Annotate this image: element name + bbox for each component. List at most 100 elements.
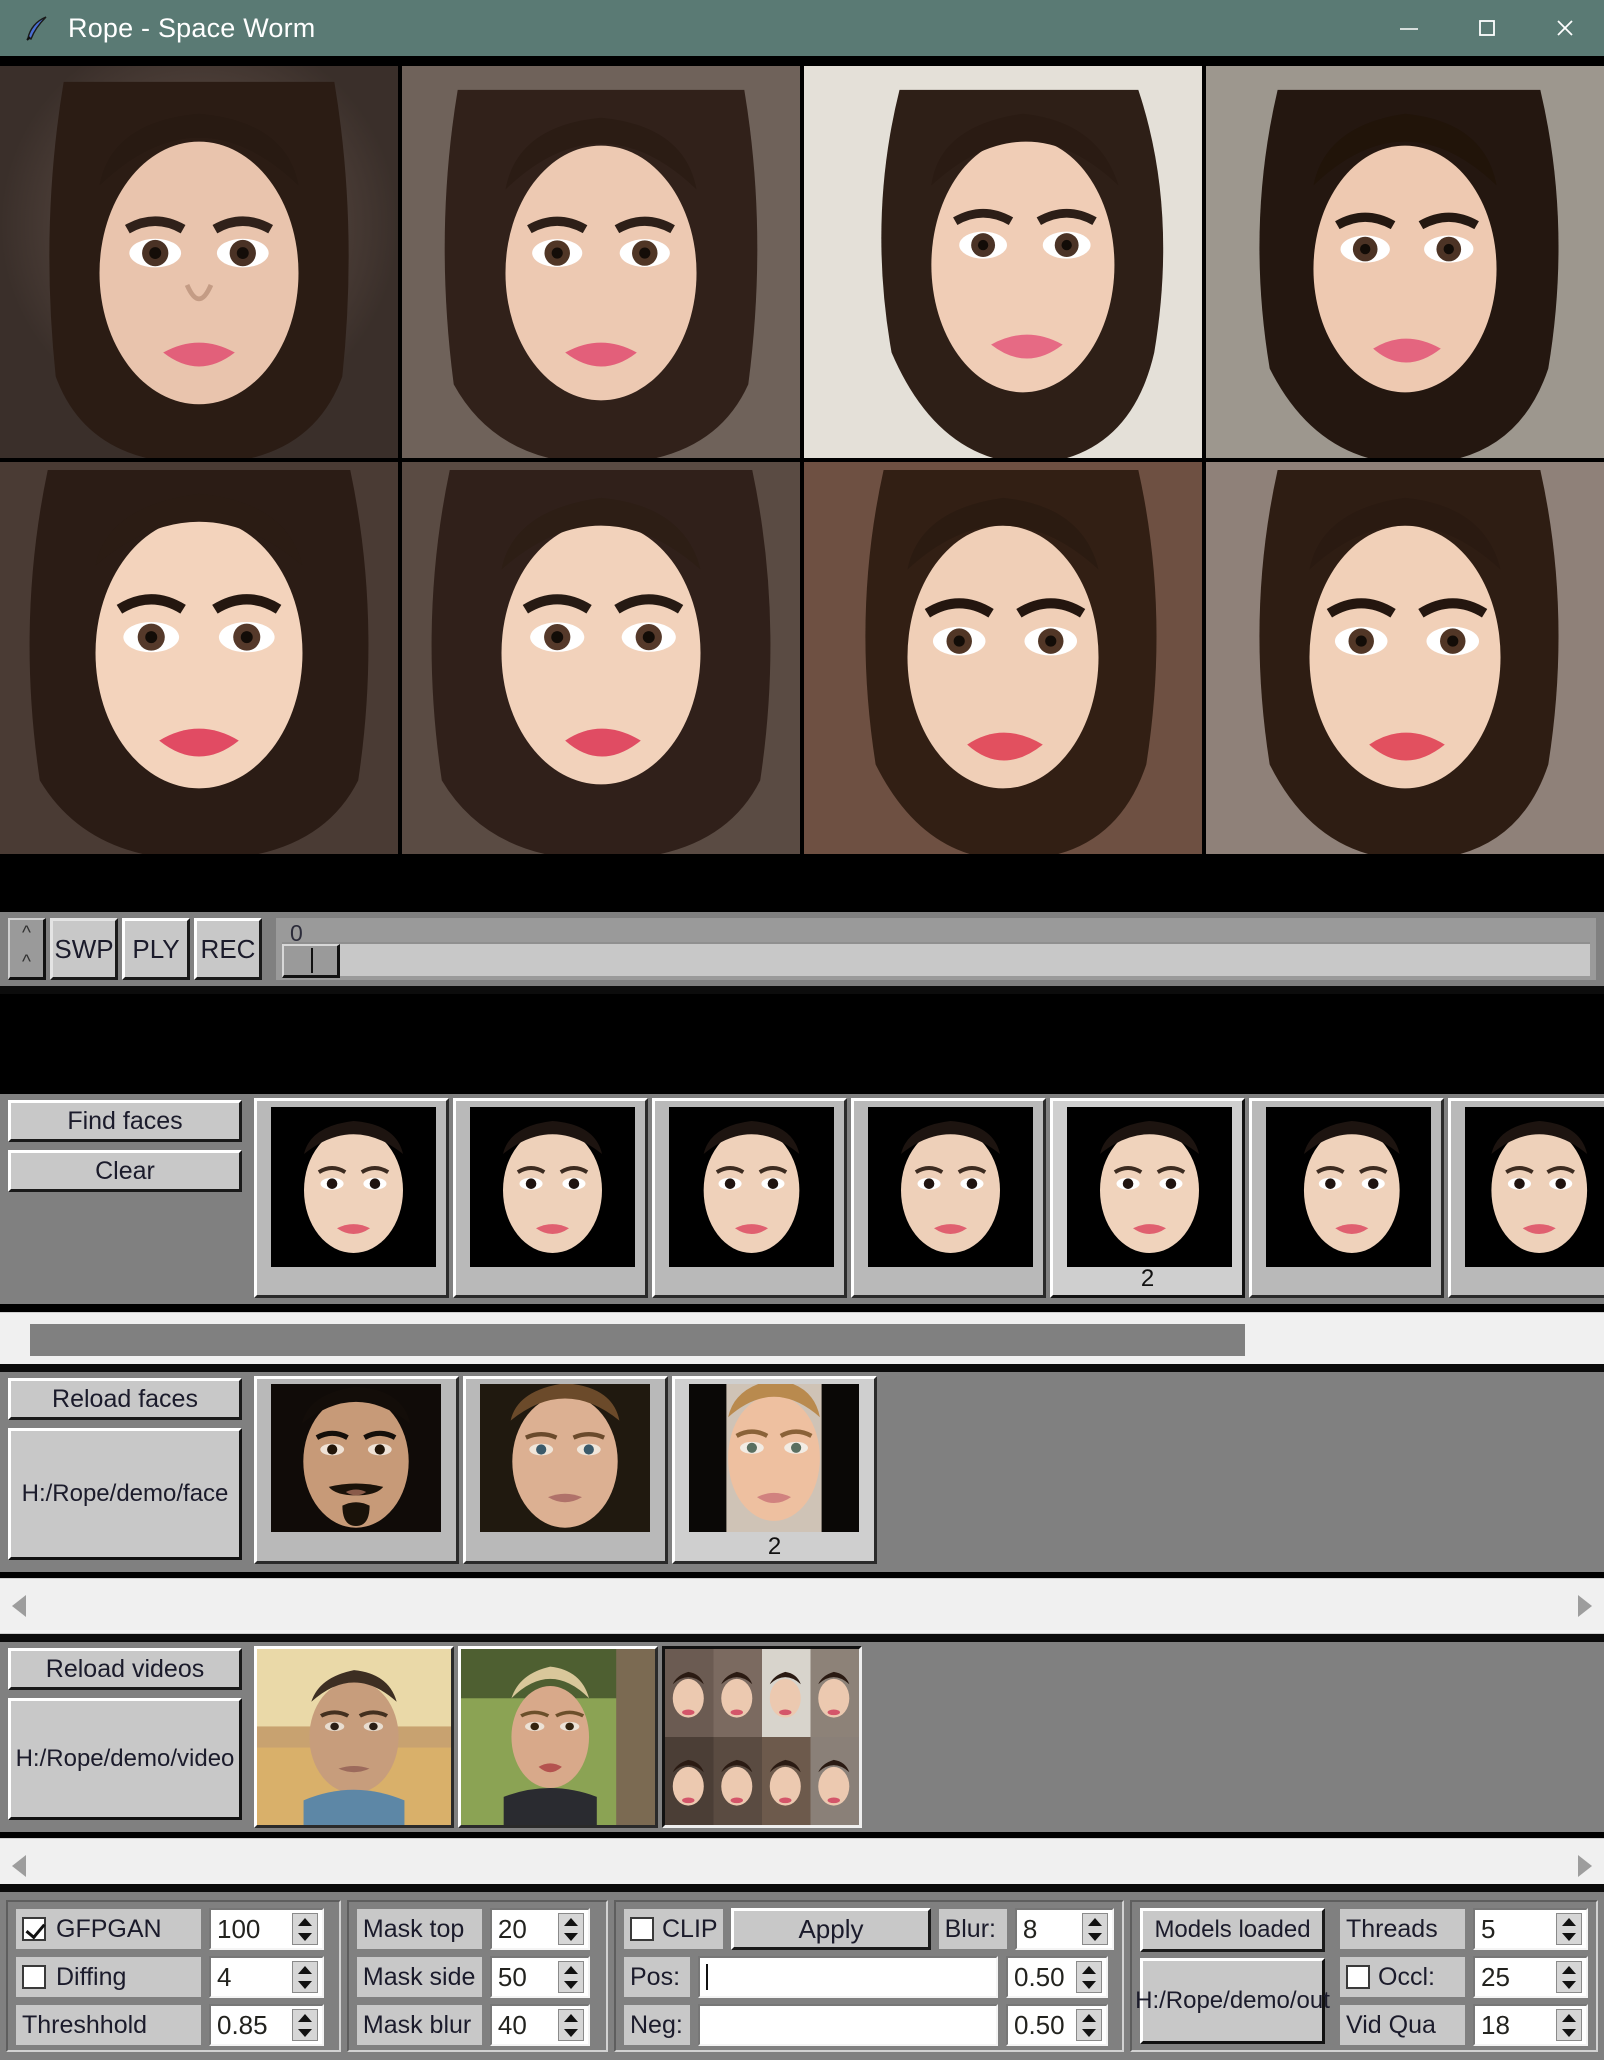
output-path[interactable]: H:/Rope/demo/out xyxy=(1135,1958,1330,2044)
source-face-thumb-selected[interactable]: 2 xyxy=(672,1376,877,1564)
target-face-thumb[interactable] xyxy=(652,1098,847,1298)
scroll-left-arrow-icon[interactable] xyxy=(12,1855,26,1877)
neg-input[interactable] xyxy=(698,2004,998,2046)
target-face-caption: 2 xyxy=(1140,1265,1155,1292)
scroll-left-arrow-icon[interactable] xyxy=(12,1595,26,1617)
mask-side-stepper[interactable] xyxy=(557,1961,584,1993)
diffing-stepper[interactable] xyxy=(292,1961,318,1993)
preview-cell-4[interactable] xyxy=(1206,66,1604,458)
pos-strength-value: 0.50 xyxy=(1014,1961,1065,1992)
threshhold-stepper[interactable] xyxy=(292,2009,318,2041)
diffing-checkbox-label[interactable]: Diffing xyxy=(16,1957,201,1997)
target-face-thumb[interactable] xyxy=(851,1098,1046,1298)
target-face-thumb[interactable] xyxy=(453,1098,648,1298)
preview-cell-5[interactable] xyxy=(0,462,398,854)
scroll-right-arrow-icon[interactable] xyxy=(1578,1595,1592,1617)
source-faces-scrollbar[interactable] xyxy=(0,1578,1604,1634)
scrollbar-thumb[interactable] xyxy=(30,1324,1245,1356)
pos-input[interactable] xyxy=(698,1956,998,1998)
mask-blur-row: Mask blur 40 xyxy=(356,2004,598,2046)
target-faces-controls: Find faces Clear xyxy=(0,1094,250,1304)
video-thumb[interactable] xyxy=(458,1646,658,1828)
threshhold-row: Threshhold 0.85 xyxy=(16,2004,331,2046)
videos-path[interactable]: H:/Rope/demo/video xyxy=(8,1698,242,1820)
models-loaded-button[interactable]: Models loaded xyxy=(1140,1908,1325,1952)
maximize-button[interactable] xyxy=(1448,0,1526,56)
target-faces-list[interactable]: 2 xyxy=(250,1094,1604,1304)
collapse-preview-button[interactable]: ^ ^ xyxy=(8,918,46,980)
blur-spinbox[interactable]: 8 xyxy=(1014,1908,1115,1950)
mask-top-spinbox[interactable]: 20 xyxy=(489,1908,590,1950)
vid-qua-stepper[interactable] xyxy=(1556,2009,1582,2041)
threads-label: Threads xyxy=(1340,1909,1465,1949)
record-button[interactable]: REC xyxy=(194,918,262,980)
scroll-right-arrow-icon[interactable] xyxy=(1578,1855,1592,1877)
clear-button[interactable]: Clear xyxy=(8,1150,242,1192)
mask-top-stepper[interactable] xyxy=(557,1913,584,1945)
video-thumb-selected[interactable] xyxy=(662,1646,862,1828)
video-thumb[interactable] xyxy=(254,1646,454,1828)
minimize-button[interactable] xyxy=(1370,0,1448,56)
mask-group: Mask top 20 Mask side 50 Mask blur 40 xyxy=(346,1900,608,2052)
reload-videos-button[interactable]: Reload videos xyxy=(8,1648,242,1690)
play-button[interactable]: PLY xyxy=(122,918,190,980)
mask-side-spinbox[interactable]: 50 xyxy=(489,1956,590,1998)
target-face-image xyxy=(1465,1107,1604,1267)
mask-top-row: Mask top 20 xyxy=(356,1908,598,1950)
gfpgan-spinbox[interactable]: 100 xyxy=(209,1908,324,1950)
gfpgan-stepper[interactable] xyxy=(292,1913,318,1945)
videos-list[interactable] xyxy=(250,1642,1604,1832)
up-arrow-icon-1: ^ xyxy=(22,923,31,945)
threads-spinbox[interactable]: 5 xyxy=(1473,1908,1588,1950)
target-face-thumb[interactable] xyxy=(1249,1098,1444,1298)
source-faces-path[interactable]: H:/Rope/demo/face xyxy=(8,1428,242,1560)
clip-checkbox-label[interactable]: CLIP xyxy=(624,1909,724,1949)
threads-stepper[interactable] xyxy=(1556,1913,1582,1945)
preview-cell-6[interactable] xyxy=(402,462,800,854)
neg-strength-spinbox[interactable]: 0.50 xyxy=(1006,2004,1108,2046)
source-face-thumb[interactable] xyxy=(463,1376,668,1564)
mask-blur-stepper[interactable] xyxy=(557,2009,584,2041)
clip-checkbox[interactable] xyxy=(630,1917,654,1941)
pos-strength-spinbox[interactable]: 0.50 xyxy=(1006,1956,1108,1998)
swap-button[interactable]: SWP xyxy=(50,918,118,980)
timeline-slider[interactable]: 0 xyxy=(276,918,1596,980)
preview-cell-3[interactable] xyxy=(804,66,1202,458)
diffing-spinbox[interactable]: 4 xyxy=(209,1956,324,1998)
gfpgan-checkbox[interactable] xyxy=(22,1917,46,1941)
blur-label: Blur: xyxy=(938,1909,1007,1949)
preview-cell-8[interactable] xyxy=(1206,462,1604,854)
target-faces-scrollbar[interactable] xyxy=(0,1312,1604,1368)
target-face-image xyxy=(1067,1107,1232,1267)
target-face-thumb-selected[interactable]: 2 xyxy=(1050,1098,1245,1298)
preview-cell-1[interactable] xyxy=(0,66,398,458)
vid-qua-spinbox[interactable]: 18 xyxy=(1473,2004,1588,2046)
pos-strength-stepper[interactable] xyxy=(1076,1961,1102,1993)
neg-strength-stepper[interactable] xyxy=(1076,2009,1102,2041)
videos-controls: Reload videos H:/Rope/demo/video xyxy=(0,1642,250,1832)
threshhold-spinbox[interactable]: 0.85 xyxy=(209,2004,324,2046)
gfpgan-checkbox-label[interactable]: GFPGAN xyxy=(16,1909,201,1949)
source-faces-list[interactable]: 2 xyxy=(250,1372,1604,1572)
occl-checkbox[interactable] xyxy=(1346,1965,1370,1989)
find-faces-button[interactable]: Find faces xyxy=(8,1100,242,1142)
preview-cell-7[interactable] xyxy=(804,462,1202,854)
source-face-thumb[interactable] xyxy=(254,1376,459,1564)
apply-button[interactable]: Apply xyxy=(731,1908,931,1950)
mask-blur-label: Mask blur xyxy=(356,2005,482,2045)
source-face-image xyxy=(480,1384,650,1532)
diffing-checkbox[interactable] xyxy=(22,1965,46,1989)
reload-faces-button[interactable]: Reload faces xyxy=(8,1378,242,1420)
mask-blur-spinbox[interactable]: 40 xyxy=(489,2004,590,2046)
close-button[interactable] xyxy=(1526,0,1604,56)
blur-value: 8 xyxy=(1022,1913,1038,1944)
target-face-thumb[interactable] xyxy=(254,1098,449,1298)
target-face-thumb[interactable] xyxy=(1448,1098,1604,1298)
timeline-thumb[interactable] xyxy=(282,944,340,978)
blur-stepper[interactable] xyxy=(1082,1913,1109,1945)
preview-cell-2[interactable] xyxy=(402,66,800,458)
occl-stepper[interactable] xyxy=(1556,1961,1582,1993)
timeline-trough[interactable] xyxy=(282,942,1590,978)
occl-checkbox-label[interactable]: Occl: xyxy=(1340,1957,1465,1997)
occl-spinbox[interactable]: 25 xyxy=(1473,1956,1588,1998)
